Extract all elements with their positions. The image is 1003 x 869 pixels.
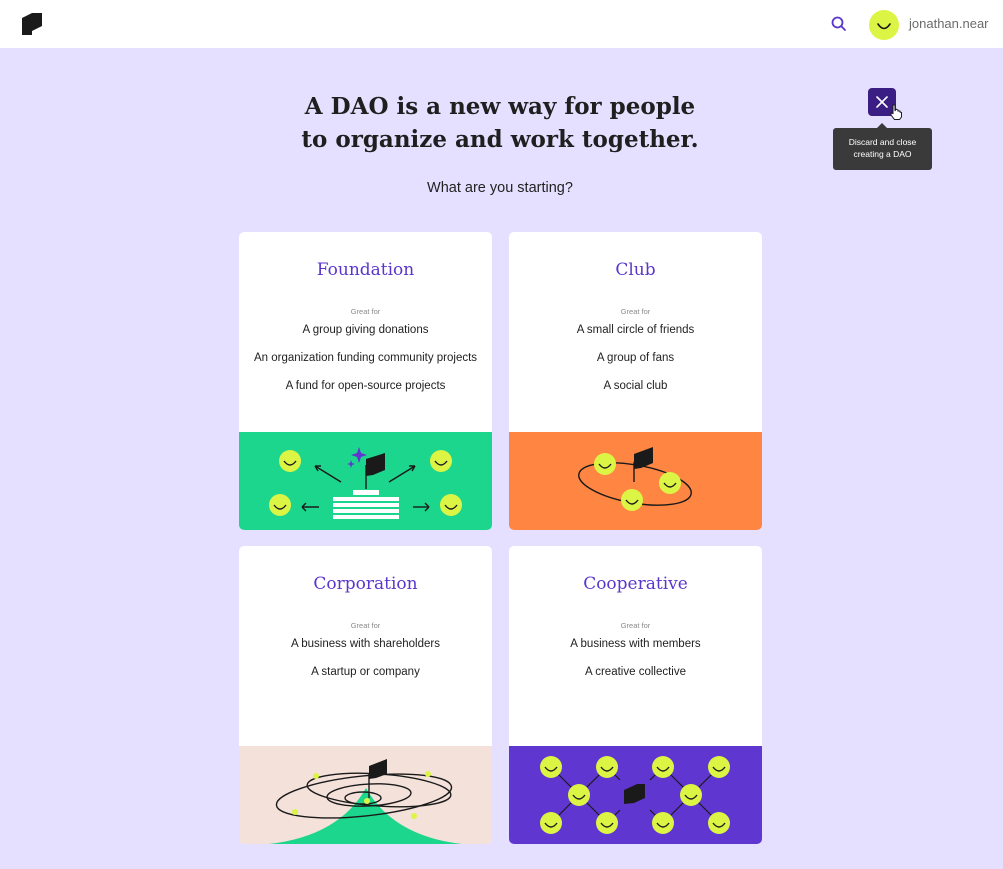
hand-pointer-cursor-icon [889, 104, 903, 120]
use-case-item: A social club [603, 380, 668, 392]
foundation-illustration [239, 432, 492, 530]
flag-icon [365, 453, 385, 489]
sparkle-icon [347, 447, 367, 468]
card-foundation[interactable]: Foundation Great for A group giving dona… [239, 232, 492, 530]
smiley-face-icon [877, 23, 891, 30]
use-case-item: A group of fans [596, 352, 675, 364]
user-avatar[interactable] [869, 10, 899, 40]
use-case-item: A fund for open-source projects [285, 380, 446, 392]
flag-icon [633, 447, 653, 482]
card-title: Foundation [316, 260, 415, 280]
flag-icon [624, 784, 645, 804]
card-corporation[interactable]: Corporation Great for A business with sh… [239, 546, 492, 844]
search-icon[interactable] [829, 14, 849, 34]
use-case-item: A group giving donations [302, 324, 429, 336]
great-for-label: Great for [350, 621, 381, 630]
use-case-list: A business with members A creative colle… [509, 637, 762, 693]
headline-line: A DAO is a new way for people [304, 93, 696, 120]
use-case-list: A business with shareholders A startup o… [239, 637, 492, 693]
close-tooltip: Discard and close creating a DAO [833, 123, 932, 170]
use-case-item: A business with members [570, 638, 701, 650]
tooltip-text: creating a DAO [853, 149, 912, 159]
card-title: Club [615, 260, 656, 280]
page-headline: A DAO is a new way for people to organiz… [250, 90, 750, 156]
use-case-item: A startup or company [311, 666, 420, 678]
great-for-label: Great for [620, 307, 651, 316]
use-case-item: A business with shareholders [291, 638, 440, 650]
use-case-item: A creative collective [585, 666, 686, 678]
card-title: Cooperative [583, 574, 688, 594]
club-illustration [509, 432, 762, 530]
card-club[interactable]: Club Great for A small circle of friends… [509, 232, 762, 530]
card-cooperative[interactable]: Cooperative Great for A business with me… [509, 546, 762, 844]
account-username[interactable]: jonathan.near [909, 16, 989, 31]
use-case-item: An organization funding community projec… [253, 352, 478, 364]
use-case-list: A small circle of friends A group of fan… [509, 323, 762, 407]
top-navigation-bar: jonathan.near [0, 0, 1003, 48]
tooltip-text: Discard and close [848, 137, 917, 147]
app-logo-icon[interactable] [20, 12, 44, 36]
headline-line: to organize and work together. [301, 126, 699, 153]
corporation-illustration [239, 746, 492, 844]
great-for-label: Great for [620, 621, 651, 630]
close-icon [876, 96, 888, 108]
coin-stack-icon [333, 490, 399, 519]
cooperative-illustration [509, 746, 762, 844]
dao-type-question: What are you starting? [427, 180, 573, 196]
great-for-label: Great for [350, 307, 381, 316]
card-title: Corporation [313, 574, 418, 594]
use-case-list: A group giving donations An organization… [239, 323, 492, 407]
use-case-item: A small circle of friends [576, 324, 695, 336]
